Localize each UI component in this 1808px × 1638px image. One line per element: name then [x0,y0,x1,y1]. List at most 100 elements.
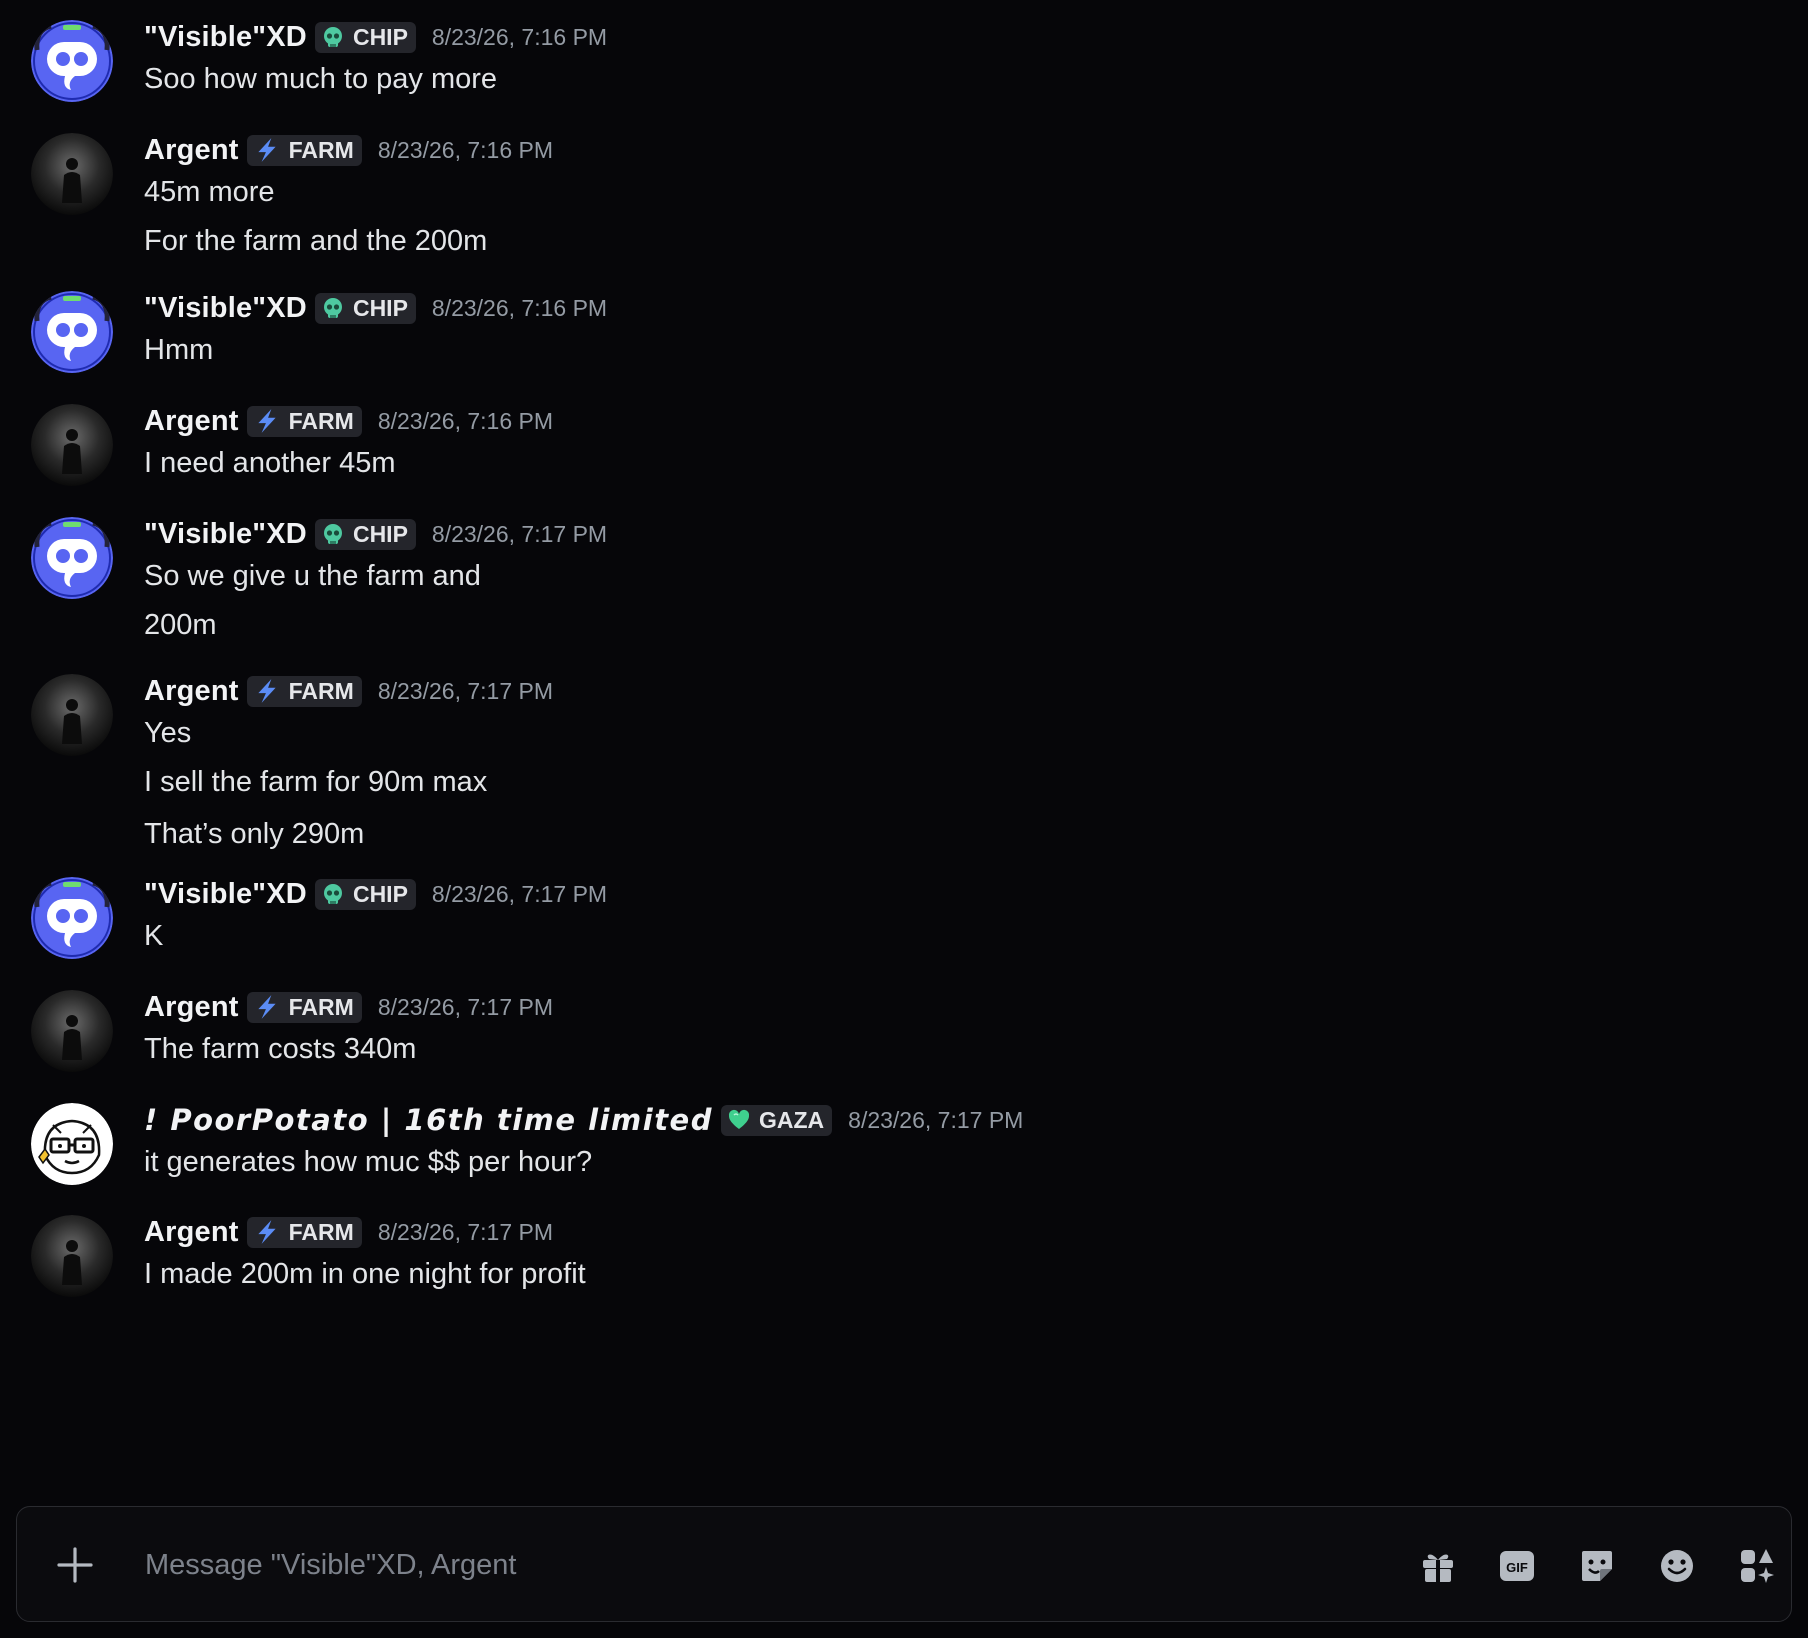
server-tag-label: FARM [288,136,354,163]
message-text: 45m more [144,176,275,208]
discord-blue-avatar[interactable] [31,517,113,599]
lightning-icon [253,993,285,1021]
message-text: Hmm [144,334,214,366]
server-tag[interactable]: FARM [246,405,362,437]
username[interactable]: "Visible"XD [144,518,307,551]
server-tag-label: GAZA [758,1106,825,1133]
username[interactable]: Argent [144,1216,239,1249]
dark-figure-avatar[interactable] [31,674,113,756]
skull-icon [321,882,349,906]
timestamp: 8/23/26, 7:16 PM [431,23,608,50]
server-tag-label: CHIP [352,294,408,321]
timestamp: 8/23/26, 7:16 PM [377,407,554,434]
timestamp: 8/23/26, 7:17 PM [431,520,608,547]
message-list: "Visible"XD CHIP 8/23/26, 7:16 PM Soo how m… [0,0,1808,1505]
gift-icon[interactable] [1419,1547,1457,1585]
dark-figure-avatar[interactable] [31,404,113,486]
timestamp: 8/23/26, 7:17 PM [431,880,608,907]
sticker-icon[interactable] [1578,1547,1616,1585]
username[interactable]: "Visible"XD [144,878,307,911]
discord-blue-avatar[interactable] [31,291,113,373]
gif-icon-shape: GIF [1500,1551,1534,1581]
green-heart-icon [727,1108,755,1132]
message-text: The farm costs 340m [144,1033,417,1065]
server-tag[interactable]: CHIP [314,21,416,53]
dark-figure-avatar[interactable] [31,1215,113,1297]
lightning-icon [253,677,285,705]
message: Argent FARM 8/23/26, 7:16 PM I need another… [0,401,1808,486]
server-tag-label: CHIP [352,520,408,547]
server-tag-label: FARM [288,1218,354,1245]
server-tag[interactable]: FARM [246,675,362,707]
message-text: For the farm and the 200m [144,225,488,257]
server-tag-label: CHIP [352,23,408,50]
message-header: ! PoorPotato | 16th time limited GAZA 8/23… [144,1100,1808,1140]
message-composer: GIF [16,1506,1792,1622]
lightning-icon [253,136,285,164]
server-tag[interactable]: CHIP [314,518,416,550]
message-header: Argent FARM 8/23/26, 7:17 PM [144,1212,1808,1252]
timestamp: 8/23/26, 7:16 PM [377,136,554,163]
gif-icon[interactable]: GIF [1498,1547,1536,1585]
message-text: Soo how much to pay more [144,63,498,95]
message-header: "Visible"XD CHIP 8/23/26, 7:17 PM [144,874,1808,914]
message-text: K [144,920,164,952]
message-text: I sell the farm for 90m max [144,766,488,798]
dark-figure-avatar[interactable] [31,990,113,1072]
discord-blue-avatar[interactable] [31,877,113,959]
timestamp: 8/23/26, 7:17 PM [848,1106,1024,1133]
message-text: 200m [144,609,217,641]
emoji-icon[interactable] [1658,1547,1696,1585]
server-tag[interactable]: FARM [246,991,362,1023]
username[interactable]: ! PoorPotato | 16th time limited [144,1103,713,1137]
message: "Visible"XD CHIP 8/23/26, 7:17 PM K [0,874,1808,959]
message-text: it generates how muc $$ per hour? [144,1146,593,1178]
message-text: So we give u the farm and [144,560,481,592]
message-header: "Visible"XD CHIP 8/23/26, 7:16 PM [144,17,1808,57]
message-input[interactable] [145,1537,1345,1593]
message-header: "Visible"XD CHIP 8/23/26, 7:17 PM [144,514,1808,554]
server-tag[interactable]: FARM [246,1216,362,1248]
plus-icon[interactable] [55,1545,95,1585]
message-header: "Visible"XD CHIP 8/23/26, 7:16 PM [144,288,1808,328]
username[interactable]: Argent [144,991,239,1024]
gif-label: GIF [1506,1560,1528,1575]
message: ! PoorPotato | 16th time limited GAZA 8/23… [0,1100,1808,1185]
username[interactable]: "Visible"XD [144,21,307,54]
message: Argent FARM 8/23/26, 7:17 PM The farm costs… [0,987,1808,1072]
username[interactable]: Argent [144,134,239,167]
server-tag-label: CHIP [352,880,408,907]
timestamp: 8/23/26, 7:17 PM [377,1218,554,1245]
timestamp: 8/23/26, 7:16 PM [431,294,608,321]
server-tag[interactable]: CHIP [314,878,416,910]
server-tag-label: FARM [288,407,354,434]
lightning-icon [253,1218,285,1246]
server-tag[interactable]: GAZA [720,1104,833,1136]
message-header: Argent FARM 8/23/26, 7:17 PM [144,671,1808,711]
message-text: That’s only 290m [144,818,365,850]
message-header: Argent FARM 8/23/26, 7:16 PM [144,401,1808,441]
username[interactable]: Argent [144,405,239,438]
message: Argent FARM 8/23/26, 7:16 PM 45m more For th… [0,130,1808,267]
message: Argent FARM 8/23/26, 7:17 PM I made 200m in… [0,1212,1808,1297]
server-tag[interactable]: FARM [246,134,362,166]
timestamp: 8/23/26, 7:17 PM [377,677,554,704]
dark-figure-avatar[interactable] [31,133,113,215]
message: Argent FARM 8/23/26, 7:17 PM Yes I sell the … [0,671,1808,860]
message: "Visible"XD CHIP 8/23/26, 7:16 PM Hmm [0,288,1808,373]
message: "Visible"XD CHIP 8/23/26, 7:17 PM So we giv… [0,514,1808,651]
message-header: Argent FARM 8/23/26, 7:16 PM [144,130,1808,170]
message-header: Argent FARM 8/23/26, 7:17 PM [144,987,1808,1027]
username[interactable]: Argent [144,675,239,708]
message-text: Yes [144,717,192,749]
skull-icon [321,25,349,49]
discord-blue-avatar[interactable] [31,20,113,102]
message-text: I need another 45m [144,447,396,479]
server-tag-label: FARM [288,993,354,1020]
timestamp: 8/23/26, 7:17 PM [377,993,554,1020]
apps-icon[interactable] [1738,1547,1776,1585]
username[interactable]: "Visible"XD [144,292,307,325]
cartoon-glasses-avatar[interactable] [31,1103,113,1185]
server-tag[interactable]: CHIP [314,292,416,324]
skull-icon [321,522,349,546]
